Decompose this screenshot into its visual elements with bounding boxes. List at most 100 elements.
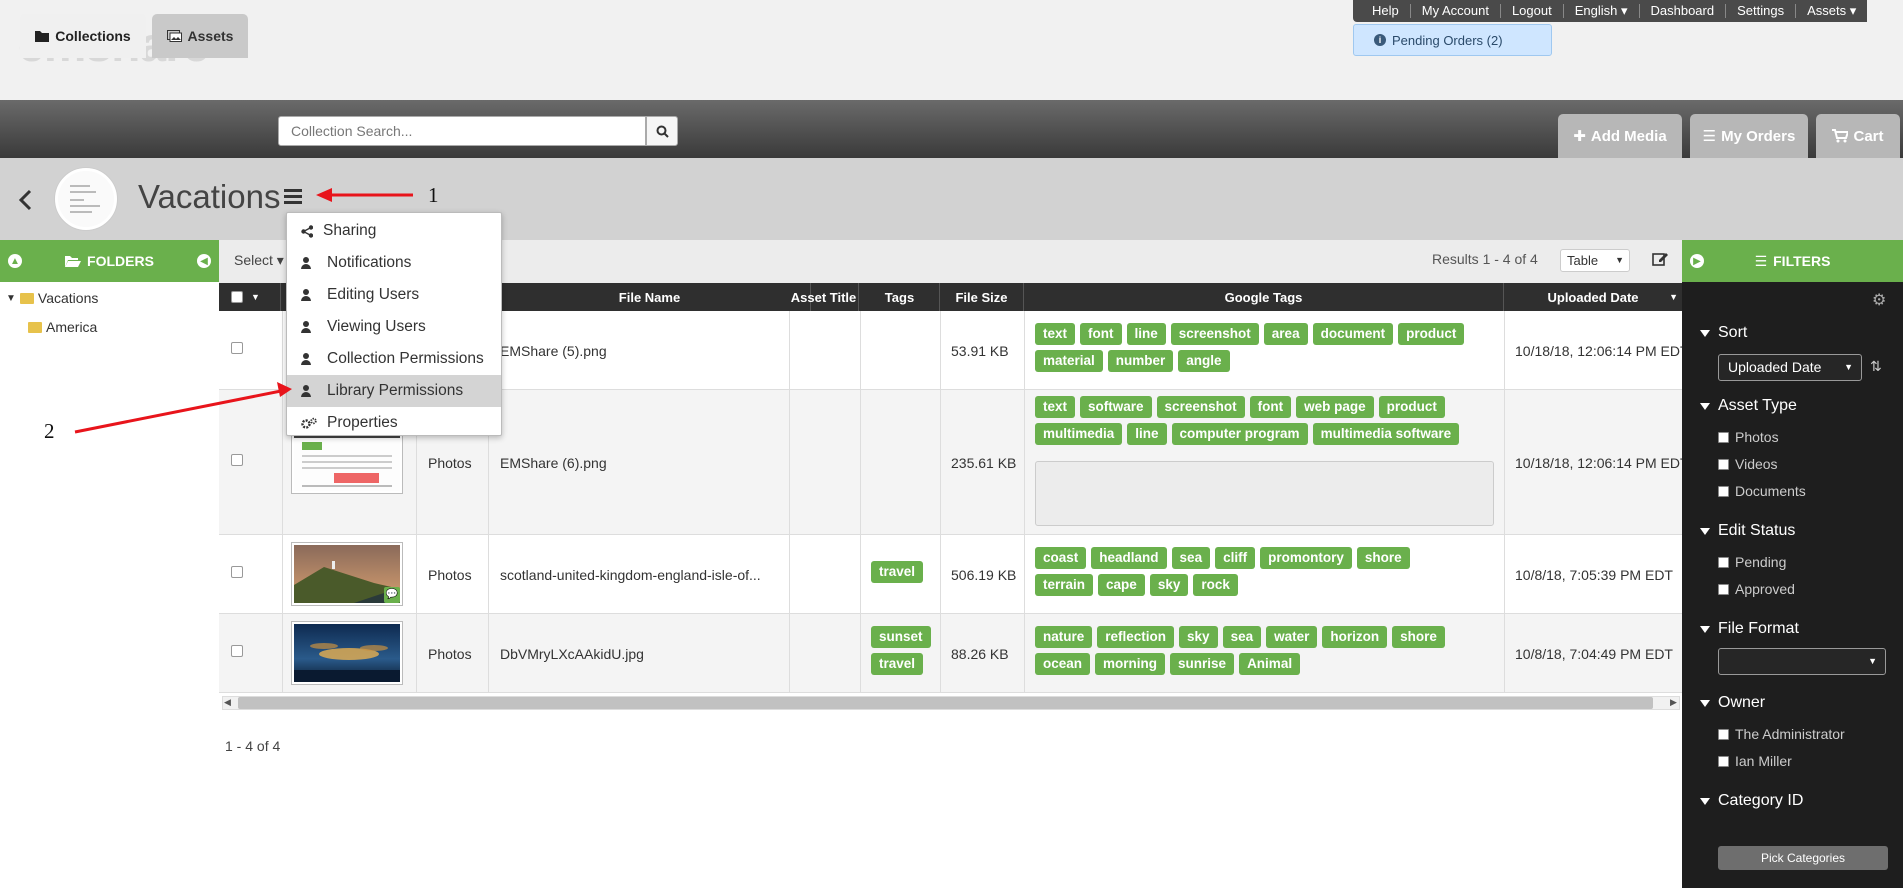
google-tag[interactable]: sea (1222, 626, 1262, 648)
sort-direction-icon[interactable]: ⇅ (1870, 358, 1882, 375)
google-tag[interactable]: number (1107, 350, 1174, 372)
sort-caret-icon[interactable]: ▼ (1669, 292, 1678, 302)
top-menu-my-account[interactable]: My Account (1411, 4, 1501, 18)
google-tag[interactable]: morning (1095, 653, 1166, 675)
select-dropdown[interactable]: Select ▾ (234, 252, 284, 269)
google-tag[interactable]: product (1398, 323, 1465, 345)
expand-circle-icon[interactable]: ▲ (8, 254, 22, 268)
hamburger-menu-icon[interactable] (284, 186, 302, 204)
google-tag[interactable]: sea (1171, 547, 1211, 569)
select-all-checkbox[interactable] (231, 291, 243, 303)
google-tag[interactable]: sky (1149, 574, 1189, 596)
file-name[interactable]: EMShare (5).png (500, 311, 607, 390)
col-file-name[interactable]: File Name (489, 283, 811, 311)
google-tag[interactable]: shore (1392, 626, 1445, 648)
filter-checkbox[interactable] (1718, 556, 1729, 568)
google-tag[interactable]: nature (1035, 626, 1093, 648)
file-name[interactable]: DbVMryLXcAAkidU.jpg (500, 614, 644, 693)
google-tag[interactable]: line (1126, 323, 1166, 345)
filter-option-photos[interactable]: Photos (1718, 429, 1779, 445)
asset-thumbnail[interactable] (291, 621, 403, 685)
col-google-tags[interactable]: Google Tags (1024, 283, 1504, 311)
tag[interactable]: travel (871, 653, 924, 675)
col-file-size[interactable]: File Size (940, 283, 1024, 311)
filter-edit-status-heading[interactable]: Edit Status (1700, 522, 1795, 540)
comment-icon[interactable]: 💬 (384, 587, 400, 603)
row-checkbox[interactable] (231, 342, 243, 354)
google-tag[interactable]: coast (1035, 547, 1087, 569)
google-tag[interactable]: Animal (1239, 653, 1301, 675)
filter-sort-heading[interactable]: Sort (1700, 324, 1747, 342)
top-menu-logout[interactable]: Logout (1501, 4, 1564, 18)
asset-thumbnail[interactable] (291, 430, 403, 494)
cart-button[interactable]: Cart (1816, 114, 1900, 158)
google-tag[interactable]: product (1378, 396, 1445, 418)
google-tag[interactable]: multimedia software (1312, 423, 1460, 445)
top-menu-language[interactable]: English ▾ (1564, 4, 1640, 18)
collapse-circle-icon[interactable]: ◀ (197, 254, 211, 268)
scrollbar-thumb[interactable] (238, 697, 1653, 709)
filter-option-the-administrator[interactable]: The Administrator (1718, 726, 1845, 742)
row-checkbox[interactable] (231, 645, 243, 657)
google-tag[interactable]: angle (1178, 350, 1230, 372)
edit-icon[interactable] (1652, 251, 1668, 270)
google-tag[interactable]: horizon (1322, 626, 1388, 648)
file-name[interactable]: EMShare (6).png (500, 390, 607, 535)
menu-item-sharing[interactable]: Sharing (287, 215, 501, 247)
filter-checkbox[interactable] (1718, 755, 1729, 767)
google-tag[interactable]: cliff (1215, 547, 1256, 569)
google-tag[interactable]: promontory (1260, 547, 1352, 569)
gear-icon[interactable]: ⚙ (1872, 290, 1886, 310)
google-tag[interactable]: headland (1091, 547, 1167, 569)
top-menu-settings[interactable]: Settings (1726, 4, 1797, 18)
google-tag[interactable]: computer program (1171, 423, 1308, 445)
filter-option-videos[interactable]: Videos (1718, 456, 1778, 472)
tree-item-america[interactable]: America (28, 319, 97, 335)
row-checkbox[interactable] (231, 566, 243, 578)
pending-orders-link[interactable]: i Pending Orders (2) (1353, 24, 1552, 56)
google-tag[interactable]: screenshot (1156, 396, 1245, 418)
filter-checkbox[interactable] (1718, 485, 1729, 497)
google-tag[interactable]: area (1263, 323, 1308, 345)
filter-owner-heading[interactable]: Owner (1700, 694, 1765, 712)
google-tag[interactable]: line (1127, 423, 1167, 445)
col-asset-title[interactable]: Asset Title (789, 283, 859, 311)
file-name[interactable]: scotland-united-kingdom-england-isle-of.… (500, 535, 761, 614)
google-tag[interactable]: rock (1193, 574, 1238, 596)
tree-item-vacations[interactable]: ▼ Vacations (6, 290, 98, 306)
menu-item-properties[interactable]: Properties (287, 407, 501, 439)
caret-down-icon[interactable]: ▼ (6, 293, 16, 304)
top-menu-assets[interactable]: Assets ▾ (1796, 4, 1867, 18)
file-format-select[interactable]: ▼ (1718, 648, 1886, 675)
scroll-right-icon[interactable]: ▶ (1670, 697, 1677, 708)
col-tags[interactable]: Tags (860, 283, 940, 311)
collapse-circle-icon[interactable]: ▶ (1690, 254, 1704, 268)
tab-collections[interactable]: Collections (20, 14, 146, 58)
google-tag[interactable]: shore (1356, 547, 1410, 569)
filter-option-pending[interactable]: Pending (1718, 554, 1786, 570)
filter-option-approved[interactable]: Approved (1718, 581, 1795, 597)
filter-checkbox[interactable] (1718, 431, 1729, 443)
filter-option-documents[interactable]: Documents (1718, 483, 1806, 499)
menu-item-library-permissions[interactable]: Library Permissions (287, 375, 501, 407)
google-tag[interactable]: reflection (1097, 626, 1175, 648)
google-tag[interactable]: water (1266, 626, 1318, 648)
google-tag[interactable]: text (1035, 396, 1076, 418)
search-button[interactable] (646, 116, 678, 146)
google-tag[interactable]: software (1080, 396, 1152, 418)
google-tag[interactable]: cape (1098, 574, 1145, 596)
google-tag[interactable]: sky (1179, 626, 1218, 648)
sort-select[interactable]: Uploaded Date ▼ (1718, 354, 1862, 381)
top-menu-help[interactable]: Help (1361, 4, 1411, 18)
collection-search-input[interactable]: Collection Search... (278, 116, 646, 146)
back-chevron-icon[interactable] (18, 186, 32, 218)
google-tag[interactable]: multimedia (1035, 423, 1123, 445)
add-media-button[interactable]: ✚ Add Media (1558, 114, 1682, 158)
menu-item-viewing-users[interactable]: Viewing Users (287, 311, 501, 343)
google-tag[interactable]: text (1035, 323, 1076, 345)
google-tag[interactable]: font (1249, 396, 1292, 418)
tag[interactable]: travel (871, 561, 924, 583)
filter-checkbox[interactable] (1718, 728, 1729, 740)
google-tag[interactable]: ocean (1035, 653, 1091, 675)
view-mode-select[interactable]: Table ▼ (1560, 249, 1630, 272)
